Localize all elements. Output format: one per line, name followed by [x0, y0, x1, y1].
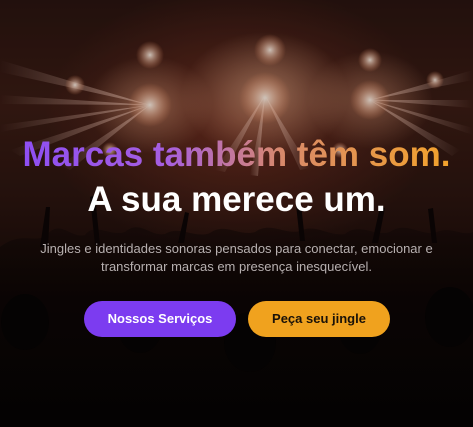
hero-content: Marcas também têm som. A sua merece um. … [0, 0, 473, 427]
nossos-servicos-button[interactable]: Nossos Serviços [84, 301, 236, 337]
headline-gradient: Marcas também têm som. [0, 134, 473, 176]
headline-white: A sua merece um. [87, 180, 386, 219]
hero-section: Marcas também têm som. A sua merece um. … [0, 0, 473, 427]
hero-subtitle: Jingles e identidades sonoras pensados p… [40, 241, 433, 274]
peca-seu-jingle-button[interactable]: Peça seu jingle [248, 301, 390, 337]
